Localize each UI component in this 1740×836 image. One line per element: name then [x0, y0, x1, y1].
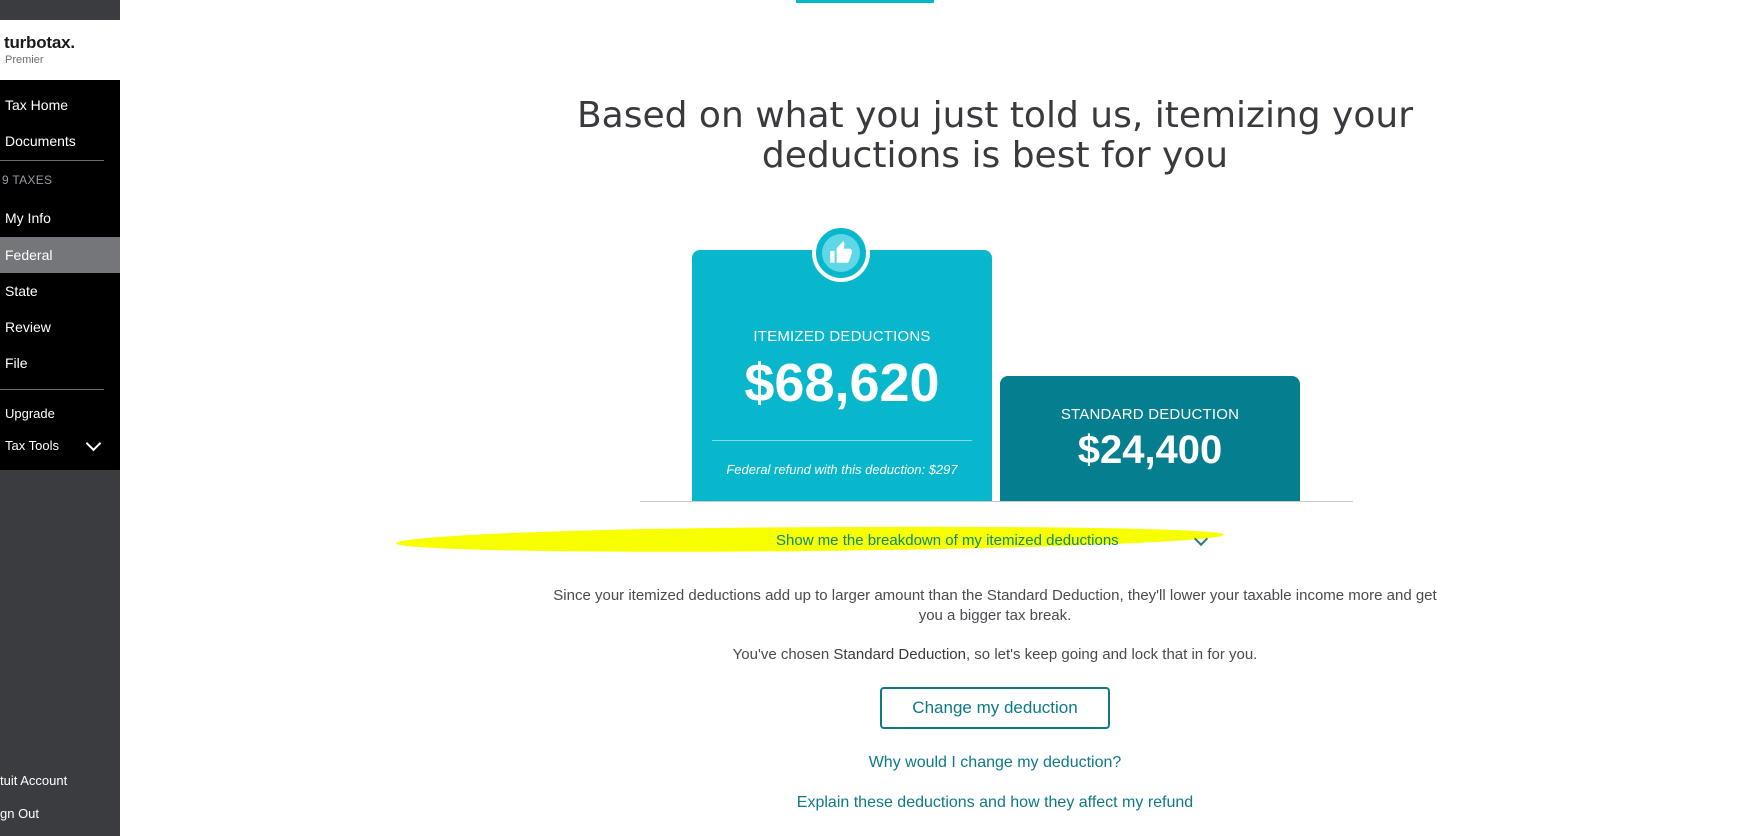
itemized-amount: $68,620 — [744, 353, 940, 413]
chosen-suffix: , so let's keep going and lock that in f… — [965, 646, 1258, 663]
itemized-deductions-card: ITEMIZED DEDUCTIONS $68,620 Federal refu… — [692, 250, 992, 501]
nav-divider — [0, 389, 104, 390]
cards-baseline — [640, 501, 1353, 502]
card-divider — [712, 440, 972, 441]
intuit-account-link[interactable]: tuit Account — [0, 773, 67, 788]
federal-refund-note: Federal refund with this deduction: $297 — [726, 462, 958, 477]
breakdown-toggle-link[interactable]: Show me the breakdown of my itemized ded… — [776, 532, 1119, 549]
recommended-badge — [812, 224, 870, 282]
standard-amount: $24,400 — [1077, 428, 1223, 472]
sidebar-top-strip — [0, 0, 120, 20]
brand-logo[interactable]: turbotax. Premier — [0, 20, 120, 80]
page-title-line1: Based on what you just told us, itemizin… — [576, 95, 1414, 136]
why-change-link[interactable]: Why would I change my deduction? — [540, 754, 1450, 772]
chosen-value: Standard Deduction — [833, 646, 966, 663]
standard-label: STANDARD DEDUCTION — [1060, 406, 1240, 423]
sidebar-item-state[interactable]: State — [0, 273, 120, 309]
sidebar-item-file[interactable]: File — [0, 345, 120, 381]
sidebar-item-review[interactable]: Review — [0, 309, 120, 345]
page-title: Based on what you just told us, itemizin… — [560, 96, 1430, 176]
sidebar: turbotax. Premier Tax Home Documents 9 T… — [0, 0, 120, 836]
upgrade-link[interactable]: Upgrade — [5, 406, 55, 421]
explain-deductions-link[interactable]: Explain these deductions and how they af… — [540, 794, 1450, 812]
sign-out-link[interactable]: gn Out — [0, 806, 39, 821]
explanation-text: Since your itemized deductions add up to… — [553, 587, 1437, 624]
badge-inner — [822, 234, 860, 272]
edition-label: Premier — [5, 54, 44, 66]
page-title-line2: deductions is best for you — [761, 135, 1229, 176]
itemized-label: ITEMIZED DEDUCTIONS — [753, 328, 931, 345]
tax-tools-toggle[interactable]: Tax Tools — [5, 438, 59, 453]
change-deduction-button[interactable]: Change my deduction — [880, 687, 1110, 729]
standard-deduction-card: STANDARD DEDUCTION $24,400 — [1000, 376, 1300, 501]
nav-section-label: 9 TAXES — [2, 173, 53, 187]
nav-divider — [0, 160, 104, 161]
sidebar-item-tax-home[interactable]: Tax Home — [0, 87, 120, 123]
sidebar-item-documents[interactable]: Documents — [0, 123, 120, 159]
sidebar-menu: Tax Home Documents 9 TAXES My Info Feder… — [0, 80, 120, 470]
thumbs-up-icon — [830, 241, 852, 263]
sidebar-item-federal[interactable]: Federal — [0, 237, 120, 273]
chevron-down-icon[interactable] — [85, 435, 102, 452]
sidebar-item-my-info[interactable]: My Info — [0, 200, 120, 236]
brand-name: turbotax. — [4, 33, 75, 52]
chosen-deduction-text: You've chosen Standard Deduction, so let… — [540, 646, 1450, 663]
chosen-prefix: You've chosen — [732, 646, 834, 663]
progress-indicator — [796, 0, 934, 3]
